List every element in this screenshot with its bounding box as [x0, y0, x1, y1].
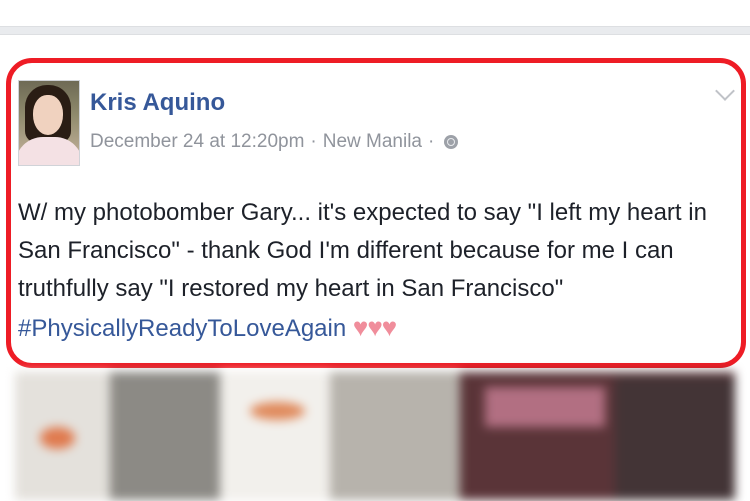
previous-post-card	[0, 0, 750, 27]
highlight-outline	[6, 58, 746, 368]
post-photo[interactable]	[15, 372, 735, 500]
